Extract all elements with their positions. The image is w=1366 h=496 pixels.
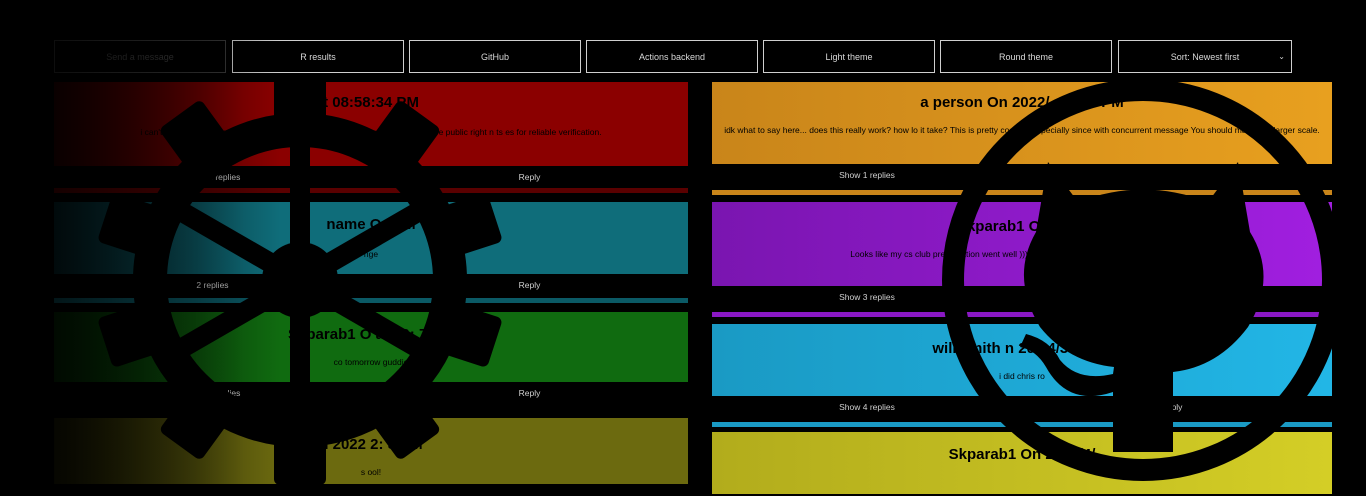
message-heading: t 08:58:34 PM	[323, 94, 419, 111]
message-body	[712, 202, 1332, 286]
message-card: name O 0: M nge 2 replies Reply	[54, 202, 688, 306]
reply-button[interactable]: Reply	[371, 274, 688, 296]
sort-select-value: Sort: Newest first	[1170, 51, 1240, 62]
message-text: s ool!	[360, 467, 382, 477]
message-heading: Skparab1 O at 09: 7 PM	[288, 326, 454, 343]
message-card: Skparab1 On 2022/4/	[712, 432, 1332, 494]
light-theme-button[interactable]: Light theme	[763, 40, 935, 73]
message-text: i did chris ro	[999, 371, 1045, 381]
message-footer: 2 replies Reply	[54, 274, 688, 296]
reply-button[interactable]: Reply	[371, 382, 688, 404]
message-body	[712, 324, 1332, 396]
message-text: i can't p original messa the database is…	[140, 127, 602, 137]
round-theme-button[interactable]: Round theme	[940, 40, 1112, 73]
message-divider	[712, 422, 1332, 427]
message-card: n 2022 2: 5 PM s ool!	[54, 418, 688, 484]
message-text: idk what to say here... does this really…	[724, 125, 1320, 135]
message-body	[54, 202, 688, 274]
message-footer: Show 1 replies Reply	[54, 166, 688, 188]
message-heading: n 2022 2: 5 PM	[319, 436, 423, 453]
actions-backend-button[interactable]: Actions backend	[586, 40, 758, 73]
send-message-button[interactable]: Send a message	[54, 40, 226, 73]
message-heading: Skparab1 On 2022/4/	[948, 446, 1096, 463]
reply-button[interactable]: Reply	[371, 166, 688, 188]
sort-select[interactable]: Sort: Newest first ⌄	[1118, 40, 1292, 73]
message-footer: Show 4 replies ply	[712, 396, 1332, 418]
message-footer: Show 3 replies	[712, 286, 1332, 308]
refresh-results-button[interactable]: R results	[232, 40, 404, 73]
show-replies-button[interactable]: Show 4 replies	[712, 396, 1022, 418]
message-divider	[54, 298, 688, 303]
reply-button[interactable]	[1022, 286, 1332, 308]
message-body	[54, 312, 688, 382]
message-text: nge	[363, 249, 379, 259]
message-footer: Show 1 replies	[712, 164, 1332, 186]
message-card: Skparab1 On 2022 Looks like my cs club p…	[712, 202, 1332, 320]
message-card: Skparab1 O at 09: 7 PM co tomorrow guddi…	[54, 312, 688, 416]
message-divider	[712, 190, 1332, 195]
toolbar: Send a message R results GitHub Actions …	[54, 40, 1294, 74]
reply-button[interactable]: ply	[1022, 396, 1332, 418]
message-divider	[54, 188, 688, 193]
chevron-down-icon: ⌄	[1278, 52, 1285, 61]
message-heading: a person On 2022/ :56:48 PM	[920, 94, 1124, 111]
show-replies-button[interactable]: Show 3 replies	[712, 286, 1022, 308]
reply-button[interactable]	[1022, 164, 1332, 186]
show-replies-button[interactable]: Show 1 replies	[712, 164, 1022, 186]
message-text: co tomorrow guddie	[333, 357, 409, 367]
message-heading: Skparab1 On 2022	[956, 218, 1088, 235]
github-button[interactable]: GitHub	[409, 40, 581, 73]
message-card: will smith n 202 4/3 at 09: i did chris …	[712, 324, 1332, 432]
show-replies-button[interactable]: 2 replies	[54, 274, 371, 296]
message-footer: Show 4 replies Reply	[54, 382, 688, 404]
message-heading: name O 0: M	[326, 216, 416, 233]
message-text: Looks like my cs club presentation went …	[850, 249, 1194, 259]
message-card: t 08:58:34 PM i can't p original messa t…	[54, 82, 688, 196]
show-replies-button[interactable]: Show 4 replies	[54, 382, 371, 404]
message-heading: will smith n 202 4/3 at 09:	[932, 340, 1112, 357]
message-divider	[712, 312, 1332, 317]
show-replies-button[interactable]: Show 1 replies	[54, 166, 371, 188]
message-card: a person On 2022/ :56:48 PM idk what to …	[712, 82, 1332, 200]
message-body	[712, 432, 1332, 494]
